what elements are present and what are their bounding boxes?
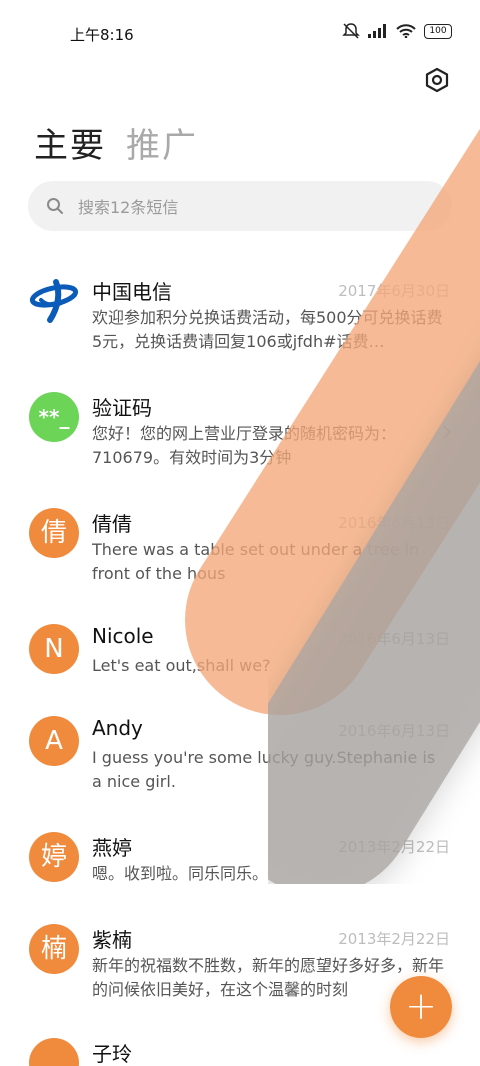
conversation-row[interactable]: N Nicole 2016年6月13日 Let's eat out,shall … xyxy=(0,624,480,694)
contact-name: 燕婷 xyxy=(92,836,132,860)
battery-icon: 100 xyxy=(424,23,452,39)
conversation-row[interactable]: 婷 燕婷 2013年2月22日 嗯。收到啦。同乐同乐。 xyxy=(0,832,480,902)
message-preview: I guess you're some lucky guy.Stephanie … xyxy=(92,748,436,791)
message-date: 2013年2月22日 xyxy=(338,930,450,948)
avatar xyxy=(29,1038,79,1066)
settings-icon xyxy=(425,67,449,93)
tab-bar: 主要 推广 xyxy=(34,118,198,167)
tab-promotions[interactable]: 推广 xyxy=(126,118,198,167)
wifi-icon xyxy=(396,24,416,38)
avatar: N xyxy=(29,624,79,674)
china-telecom-logo-icon xyxy=(29,276,79,326)
signal-icon xyxy=(368,24,386,38)
conversation-row[interactable]: 子玲 xyxy=(0,1038,480,1066)
tab-primary[interactable]: 主要 xyxy=(34,118,106,167)
contact-name: 紫楠 xyxy=(92,928,132,952)
mute-icon xyxy=(342,23,360,39)
search-icon xyxy=(47,198,63,214)
message-preview: 欢迎参加积分兑换话费活动，每500分可兑换话费5元，兑换话费请回复106或jfd… xyxy=(92,308,443,351)
contact-name: 验证码 xyxy=(92,396,152,420)
conversation-row[interactable]: A Andy 2016年6月13日 I guess you're some lu… xyxy=(0,716,480,816)
message-preview: Let's eat out,shall we? xyxy=(92,656,271,675)
contact-name: 倩倩 xyxy=(92,512,132,536)
message-preview: 您好！您的网上营业厅登录的随机密码为：710679。有效时间为3分钟 xyxy=(92,424,397,467)
settings-button[interactable] xyxy=(424,67,450,93)
conversation-row[interactable]: **_ 验证码 您好！您的网上营业厅登录的随机密码为：710679。有效时间为3… xyxy=(0,392,480,492)
chevron-right-icon xyxy=(443,425,452,439)
contact-name: Andy xyxy=(92,716,143,740)
avatar: 楠 xyxy=(29,924,79,974)
status-time: 上午8:16 xyxy=(70,26,134,44)
message-date: 2016年6月13日 xyxy=(338,722,450,740)
contact-name: 子玲 xyxy=(92,1042,132,1066)
verification-avatar: **_ xyxy=(29,392,79,442)
avatar: 倩 xyxy=(29,508,79,558)
search-bar[interactable] xyxy=(28,181,452,233)
search-input[interactable] xyxy=(76,181,440,233)
message-preview: 嗯。收到啦。同乐同乐。 xyxy=(92,864,269,883)
conversation-row[interactable]: 中国电信 2017年6月30日 欢迎参加积分兑换话费活动，每500分可兑换话费5… xyxy=(0,276,480,376)
status-bar: 上午8:16 100 xyxy=(0,0,480,66)
message-preview: There was a table set out under a tree i… xyxy=(92,540,420,583)
message-date: 2013年2月22日 xyxy=(338,838,450,856)
plus-icon: + xyxy=(405,984,437,1028)
contact-name: 中国电信 xyxy=(92,280,172,304)
new-message-button[interactable]: + xyxy=(390,976,452,1038)
contact-name: Nicole xyxy=(92,624,154,648)
message-date: 2016年6月13日 xyxy=(338,630,450,648)
message-date: 2016年6月13日 xyxy=(338,514,450,532)
conversation-row[interactable]: 倩 倩倩 2016年6月13日 There was a table set ou… xyxy=(0,508,480,608)
avatar: 婷 xyxy=(29,832,79,882)
status-icons: 100 xyxy=(342,23,452,39)
message-date: 2017年6月30日 xyxy=(338,282,450,300)
avatar: A xyxy=(29,716,79,766)
